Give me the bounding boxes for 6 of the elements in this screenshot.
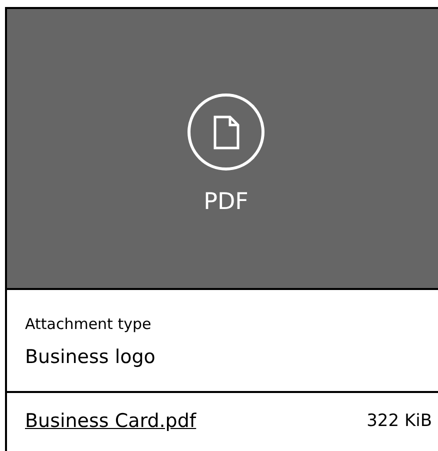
document-icon [187,93,265,172]
file-type-label: PDF [204,188,248,218]
field-label: Attachment type [25,314,152,334]
file-link[interactable]: Business Card.pdf [25,407,196,436]
file-size: 322 KiB [366,410,432,432]
field-value: Business logo [25,345,156,370]
